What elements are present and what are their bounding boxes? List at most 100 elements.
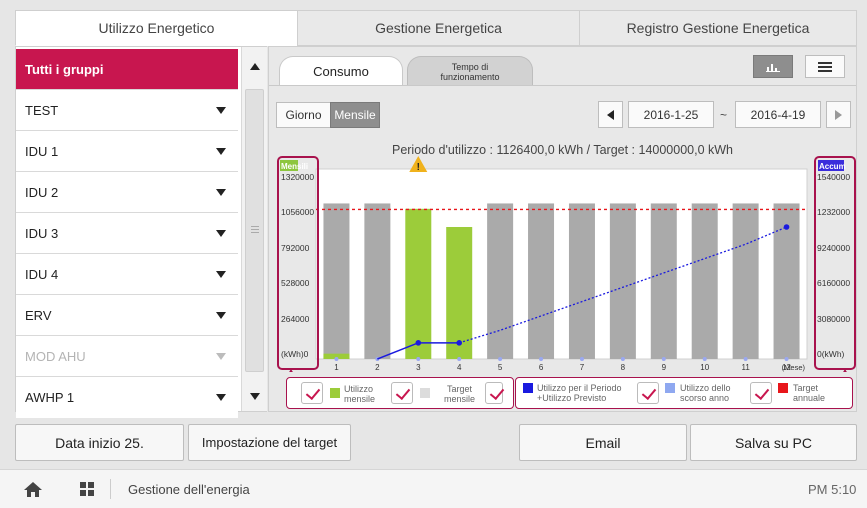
sidebar-item-idu-2[interactable]: IDU 2: [16, 172, 238, 213]
sidebar-item-idu-3[interactable]: IDU 3: [16, 213, 238, 254]
subtab-consumo[interactable]: Consumo: [279, 56, 403, 86]
list-view-button[interactable]: [805, 55, 845, 78]
bar-target-6: [528, 203, 555, 359]
bar-target-9: [650, 203, 677, 359]
target-settings-button[interactable]: Impostazione del target: [188, 424, 351, 461]
date-prev-button[interactable]: [598, 101, 623, 128]
chevron-down-icon[interactable]: [216, 271, 226, 278]
x-tick-label: 1: [334, 363, 339, 372]
left-tick-label: 792000: [281, 243, 310, 253]
button-label: Email: [585, 434, 621, 451]
cumulative-point: [783, 224, 790, 230]
legend-swatch: [420, 388, 430, 398]
last-year-point: [498, 357, 503, 361]
sidebar-item-label: TEST: [25, 102, 59, 118]
group-sidebar: Tutti i gruppi TEST IDU 1 IDU 2 IDU 3 ID…: [15, 46, 267, 418]
subtab-label: Tempo di funzionamento: [440, 61, 500, 82]
period-mensile-button[interactable]: Mensile: [330, 102, 380, 128]
email-button[interactable]: Email: [519, 424, 687, 461]
sidebar-item-label: Tutti i gruppi: [25, 61, 104, 77]
warning-icon-mark: !: [417, 162, 420, 173]
chevron-down-icon[interactable]: [216, 230, 226, 237]
tab-gestione-energetica[interactable]: Gestione Energetica: [297, 10, 580, 46]
scroll-down-icon[interactable]: [250, 393, 260, 400]
chevron-down-icon[interactable]: [216, 107, 226, 114]
left-tick-label: (kWh)0: [281, 349, 309, 359]
tab-registro-gestione[interactable]: Registro Gestione Energetica: [579, 10, 857, 46]
legend-label: Target annuale: [793, 383, 826, 403]
checkbox-more[interactable]: [485, 382, 503, 404]
x-tick-label: 4: [457, 363, 462, 372]
bar-target-5: [487, 203, 514, 359]
sidebar-item-mod-ahu[interactable]: MOD AHU: [16, 336, 238, 377]
legend-monthly: Utilizzo mensile Target mensile: [286, 377, 514, 409]
x-tick-label: 8: [621, 363, 626, 372]
bar-target-11: [732, 203, 759, 359]
scroll-up-icon[interactable]: [250, 63, 260, 70]
chevron-down-icon[interactable]: [216, 148, 226, 155]
legend-label: Utilizzo per il Periodo +Utilizzo Previs…: [537, 383, 622, 403]
save-to-pc-button[interactable]: Salva su PC: [690, 424, 857, 461]
x-tick-label: 5: [498, 363, 503, 372]
checkbox-utilizzo-previsto[interactable]: [637, 382, 659, 404]
right-tick-label: 3080000: [817, 314, 850, 324]
chevron-down-icon[interactable]: [216, 312, 226, 319]
right-tick-label: 1232000: [817, 207, 850, 217]
start-date-value: 2016-1-25: [643, 107, 699, 122]
left-tick-label: 264000: [281, 314, 310, 324]
sidebar-item-tutti-i-gruppi[interactable]: Tutti i gruppi: [16, 49, 238, 90]
left-tick-label: 528000: [281, 278, 310, 288]
left-axis-highlight: [277, 156, 319, 370]
last-year-point: [702, 357, 707, 361]
grip-line: [251, 232, 259, 233]
sidebar-item-test[interactable]: TEST: [16, 90, 238, 131]
period-label: Giorno: [285, 108, 322, 122]
subtab-divider: [269, 85, 856, 86]
legend-swatch: [665, 383, 675, 393]
sidebar-item-label: ERV: [25, 307, 52, 323]
legend-swatch: [330, 388, 340, 398]
home-icon[interactable]: [24, 482, 42, 497]
date-separator: ~: [720, 108, 728, 122]
tab-utilizzo-energetico[interactable]: Utilizzo Energetico: [15, 10, 298, 46]
bar-target-7: [568, 203, 595, 359]
x-tick-label: 3: [416, 363, 421, 372]
button-label: Salva su PC: [734, 434, 813, 451]
sidebar-item-idu-1[interactable]: IDU 1: [16, 131, 238, 172]
cumulative-point: [415, 340, 422, 346]
grid-menu-icon[interactable]: [80, 482, 94, 496]
left-axis-title: Mensili: [281, 162, 308, 171]
period-giorno-button[interactable]: Giorno: [276, 102, 331, 128]
checkbox-utilizzo-mensile[interactable]: [301, 382, 323, 404]
grip-line: [251, 229, 259, 230]
subtab-tempo-di-funzionamento[interactable]: Tempo di funzionamento: [407, 56, 533, 86]
sidebar-scrollbar[interactable]: [241, 47, 267, 411]
status-title: Gestione dell'energia: [128, 482, 250, 497]
right-axis-title: Accum: [819, 162, 846, 171]
scroll-thumb[interactable]: [245, 89, 264, 372]
status-clock: PM 5:10: [808, 482, 857, 497]
divider: [110, 479, 111, 499]
chart-view-button[interactable]: [753, 55, 793, 78]
sidebar-item-awhp-1[interactable]: AWHP 1: [16, 377, 238, 418]
end-date-field[interactable]: 2016-4-19: [735, 101, 821, 128]
last-year-point: [579, 357, 584, 361]
checkbox-scorso-anno[interactable]: [750, 382, 772, 404]
sidebar-item-label: AWHP 1: [25, 390, 75, 405]
last-year-point: [620, 357, 625, 361]
start-date-button[interactable]: Data inizio 25.: [15, 424, 184, 461]
bar-target-1: [323, 203, 350, 359]
x-tick-label: 6: [539, 363, 544, 372]
end-date-value: 2016-4-19: [750, 107, 806, 122]
x-unit-label: (Mese): [782, 363, 806, 372]
sidebar-item-idu-4[interactable]: IDU 4: [16, 254, 238, 295]
energy-usage-panel: Consumo Tempo di funzionamento Giorno Me…: [268, 46, 857, 412]
date-next-button[interactable]: [826, 101, 851, 128]
chevron-down-icon[interactable]: [216, 189, 226, 196]
checkbox-target-mensile[interactable]: [391, 382, 413, 404]
sidebar-item-erv[interactable]: ERV: [16, 295, 238, 336]
legend-label: Target mensile: [443, 384, 475, 404]
chevron-down-icon[interactable]: [216, 394, 226, 401]
start-date-field[interactable]: 2016-1-25: [628, 101, 714, 128]
legend-swatch: [523, 383, 533, 393]
